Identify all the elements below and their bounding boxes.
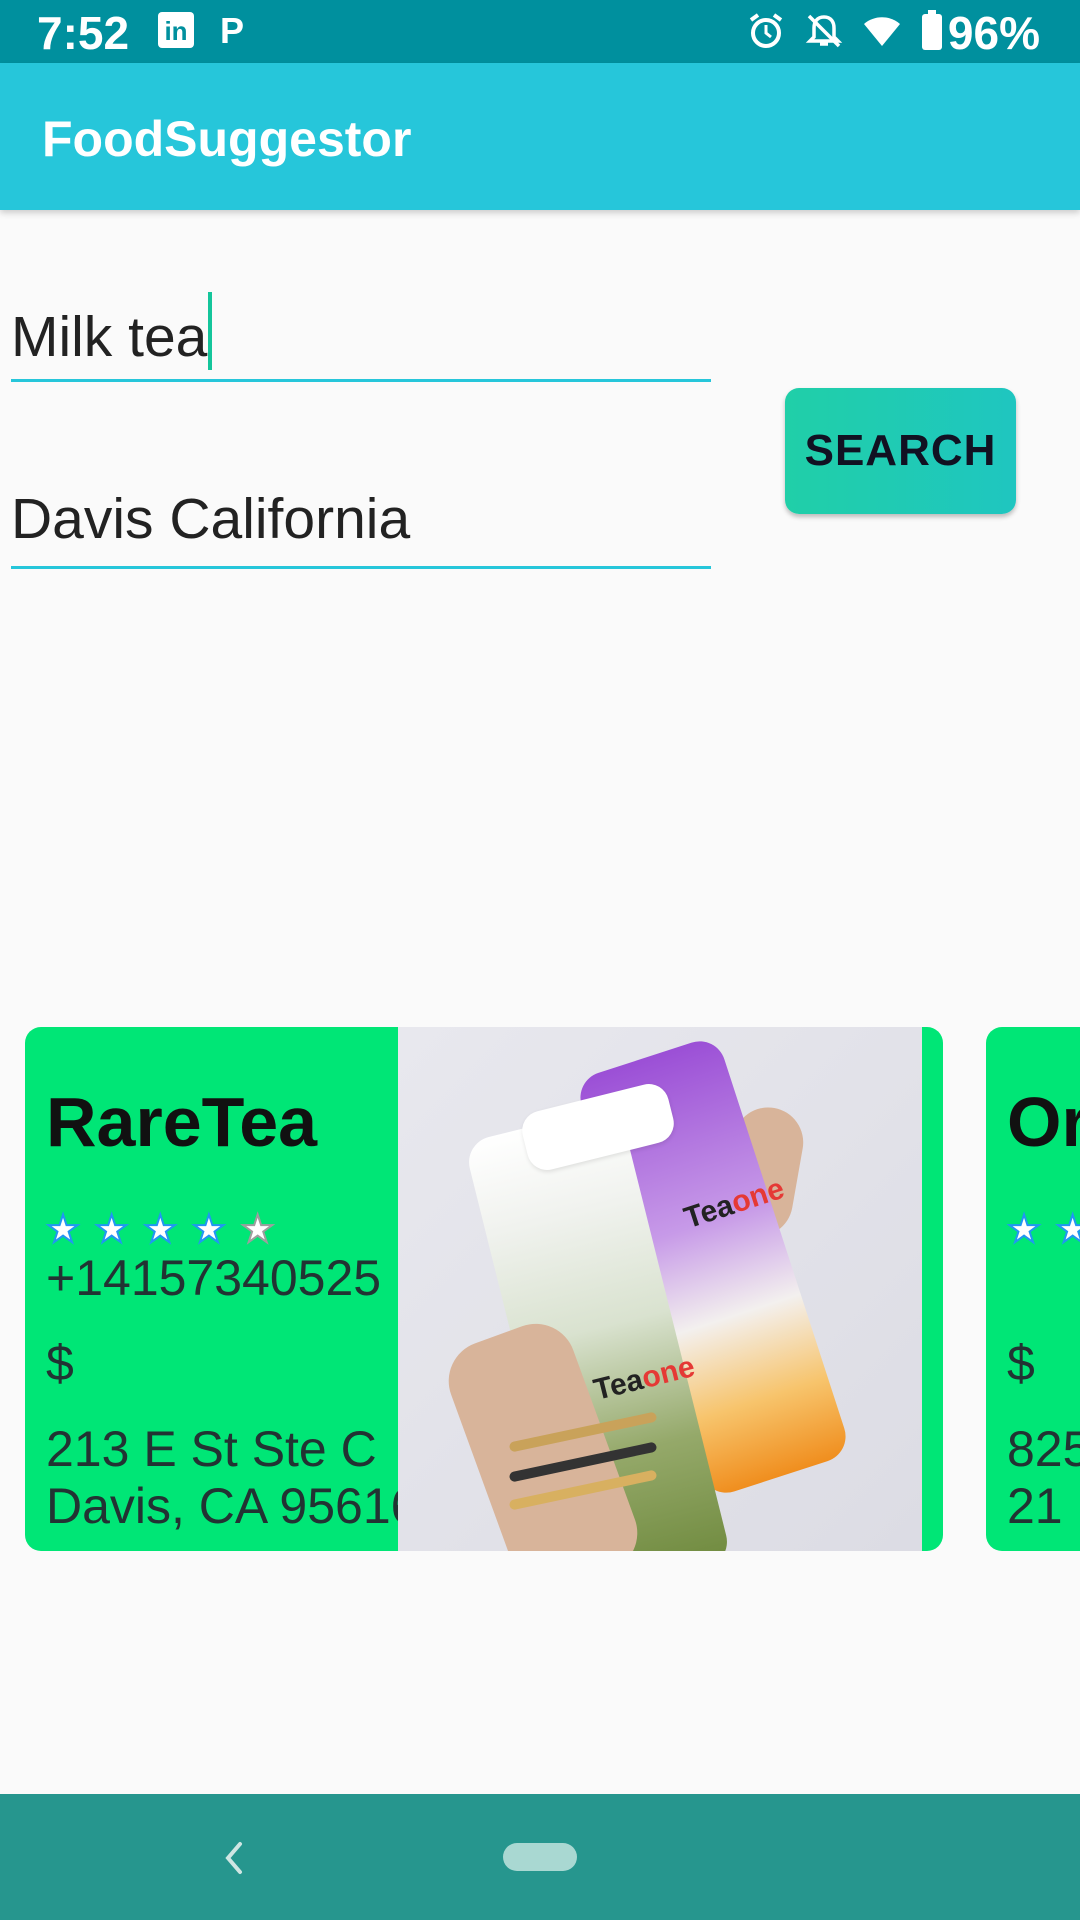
navigation-bar bbox=[0, 1794, 1080, 1920]
star-icon: ★ bbox=[142, 1208, 180, 1252]
restaurant-address: 825 21 I bbox=[1007, 1421, 1080, 1535]
result-card[interactable]: Or ★ ★ $ 825 21 I bbox=[986, 1027, 1080, 1551]
restaurant-address: 213 E St Ste C Davis, CA 95616 bbox=[46, 1421, 418, 1535]
rating-stars: ★ ★ bbox=[1006, 1207, 1080, 1252]
app-title: FoodSuggestor bbox=[42, 111, 412, 167]
battery-icon bbox=[922, 10, 942, 50]
star-icon: ★ bbox=[1006, 1208, 1044, 1252]
result-card[interactable]: RareTea ★ ★ ★ ★ ★ +14157340525 $ 213 E S… bbox=[25, 1027, 943, 1551]
food-search-value: Milk tea bbox=[11, 305, 208, 369]
alarm-icon bbox=[749, 13, 783, 48]
location-input[interactable]: Davis California bbox=[11, 484, 711, 569]
star-icon: ★ bbox=[45, 1208, 83, 1252]
restaurant-phone: +14157340525 bbox=[46, 1250, 382, 1306]
linkedin-icon: in bbox=[158, 12, 194, 48]
star-icon: ★ bbox=[1055, 1208, 1080, 1252]
address-line-1: 213 E St Ste C bbox=[46, 1421, 377, 1477]
restaurant-price: $ bbox=[46, 1335, 74, 1391]
back-icon[interactable] bbox=[220, 1838, 250, 1878]
battery-percent: 96% bbox=[947, 7, 1040, 59]
bell-off-icon bbox=[805, 14, 843, 48]
star-icon: ★ bbox=[191, 1208, 228, 1252]
address-line-2: 21 I bbox=[1007, 1478, 1080, 1534]
address-line-1: 825 bbox=[1007, 1421, 1080, 1477]
rating-stars: ★ ★ ★ ★ ★ bbox=[45, 1207, 277, 1252]
screen: 7:52 in P 96% FoodSuggestor Milk tea Dav… bbox=[0, 0, 1080, 1920]
search-button[interactable]: SEARCH bbox=[785, 388, 1016, 514]
star-icon: ★ bbox=[94, 1208, 131, 1252]
restaurant-photo: Teaone Teaone bbox=[398, 1027, 922, 1551]
restaurant-name: RareTea bbox=[46, 1083, 318, 1161]
restaurant-price: $ bbox=[1007, 1335, 1035, 1391]
food-search-input[interactable]: Milk tea bbox=[11, 292, 711, 382]
home-pill-icon[interactable] bbox=[503, 1843, 577, 1871]
p-icon: P bbox=[220, 10, 245, 51]
wifi-icon bbox=[864, 17, 900, 46]
location-value: Davis California bbox=[11, 487, 411, 551]
status-time: 7:52 bbox=[37, 7, 130, 59]
half-star-icon: ★ bbox=[240, 1208, 277, 1252]
restaurant-name: Or bbox=[1007, 1083, 1080, 1161]
address-line-2: Davis, CA 95616 bbox=[46, 1478, 419, 1534]
text-caret bbox=[208, 292, 213, 370]
app-bar: FoodSuggestor bbox=[0, 63, 1080, 210]
status-bar: 7:52 in P 96% bbox=[0, 0, 1080, 63]
